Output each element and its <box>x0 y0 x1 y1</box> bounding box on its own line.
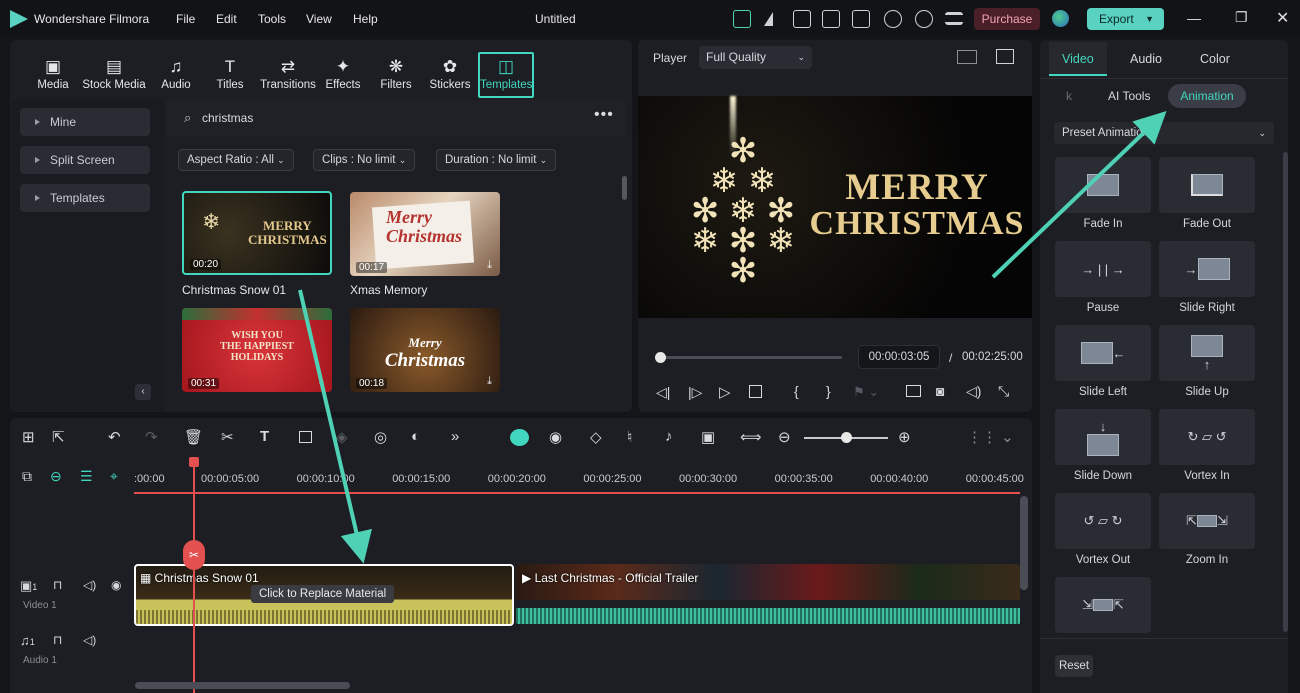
arrow-to-timeline <box>298 289 372 564</box>
annotation-arrows <box>298 110 1167 564</box>
arrow-to-animation <box>991 110 1167 279</box>
